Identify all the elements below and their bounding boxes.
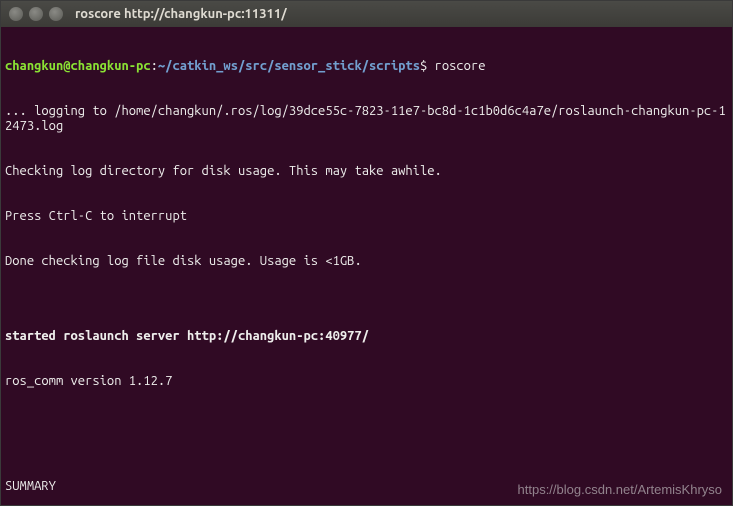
close-icon[interactable] (9, 7, 23, 21)
minimize-icon[interactable] (29, 7, 43, 21)
output-line: Press Ctrl-C to interrupt (5, 209, 728, 224)
output-line: SUMMARY (5, 479, 728, 494)
output-line: ... logging to /home/changkun/.ros/log/3… (5, 104, 728, 134)
terminal-window: roscore http://changkun-pc:11311/ changk… (0, 0, 733, 506)
prompt-colon: : (151, 59, 158, 73)
output-line: started roslaunch server http://changkun… (5, 329, 728, 344)
output-line: ros_comm version 1.12.7 (5, 374, 728, 389)
titlebar[interactable]: roscore http://changkun-pc:11311/ (1, 1, 732, 27)
terminal-body[interactable]: changkun@changkun-pc:~/catkin_ws/src/sen… (1, 27, 732, 505)
prompt-user-host: changkun@changkun-pc (5, 59, 151, 73)
window-buttons (9, 7, 63, 21)
prompt-cwd: ~/catkin_ws/src/sensor_stick/scripts (158, 59, 420, 73)
output-line: Done checking log file disk usage. Usage… (5, 254, 728, 269)
command-text: roscore (435, 59, 486, 73)
output-line: Checking log directory for disk usage. T… (5, 164, 728, 179)
prompt-line: changkun@changkun-pc:~/catkin_ws/src/sen… (5, 59, 728, 74)
window-title: roscore http://changkun-pc:11311/ (75, 7, 287, 21)
prompt-sigil: $ (420, 59, 435, 73)
maximize-icon[interactable] (49, 7, 63, 21)
